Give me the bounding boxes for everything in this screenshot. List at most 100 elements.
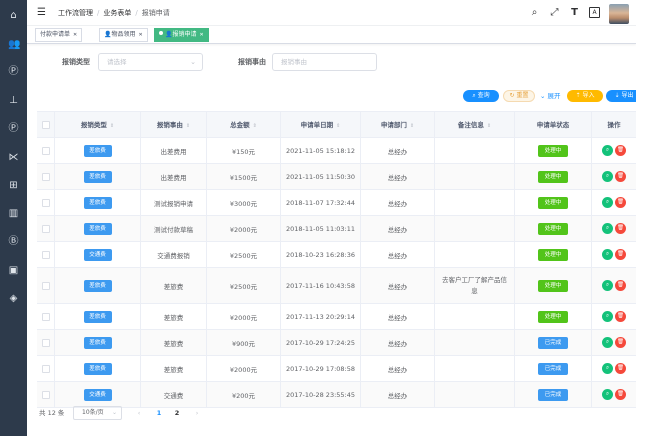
actions-cell: ⌕ 🗑 <box>592 164 636 189</box>
dept-cell: 总经办 <box>361 356 435 381</box>
row-checkbox[interactable] <box>37 330 55 355</box>
delete-icon[interactable]: 🗑 <box>615 249 626 260</box>
reason-input-placeholder: 报销事由 <box>281 58 307 66</box>
note-cell <box>435 216 515 241</box>
date-cell: 2021-11-05 15:18:12 <box>281 138 361 163</box>
page-size-select[interactable]: 10条/页 ⌄ <box>73 406 122 420</box>
share-icon[interactable]: ⋉ <box>8 152 19 163</box>
tree-icon[interactable]: ⊞ <box>8 180 19 191</box>
type-select[interactable]: 请选择 ⌄ <box>98 53 203 71</box>
row-checkbox[interactable] <box>37 216 55 241</box>
font-size-icon[interactable]: T <box>569 7 580 18</box>
translate-icon[interactable]: A <box>589 7 600 18</box>
view-icon[interactable]: ⌕ <box>602 389 613 400</box>
row-checkbox[interactable] <box>37 164 55 189</box>
status-cell: 处理中 <box>515 138 592 163</box>
actions-cell: ⌕ 🗑 <box>592 190 636 215</box>
query-button[interactable]: ⌕ 查询 <box>463 90 499 102</box>
delete-icon[interactable]: 🗑 <box>615 337 626 348</box>
note-cell <box>435 330 515 355</box>
page-number[interactable]: 1 <box>154 407 164 419</box>
delete-icon[interactable]: 🗑 <box>615 197 626 208</box>
home-icon[interactable]: ⌂ <box>8 10 19 21</box>
column-header[interactable]: 申请部门 ⇕ <box>361 112 435 138</box>
search-icon[interactable]: ⌕ <box>529 7 540 18</box>
p-icon[interactable]: Ⓟ <box>8 123 19 134</box>
note-cell <box>435 382 515 407</box>
status-badge: 处理中 <box>538 196 568 209</box>
column-header[interactable]: 申请单日期 ⇕ <box>281 112 361 138</box>
reset-button[interactable]: ↻ 重置 <box>503 90 535 102</box>
id-card-icon[interactable]: ▣ <box>8 265 19 276</box>
select-all-checkbox[interactable] <box>37 112 55 138</box>
prev-page-icon[interactable]: ‹ <box>134 407 144 419</box>
fullscreen-icon[interactable]: ⤢ <box>549 7 560 18</box>
reason-cell: 测试报销申请 <box>141 190 207 215</box>
page-number[interactable]: 2 <box>172 407 182 419</box>
users-icon[interactable]: 👥 <box>8 39 20 50</box>
close-icon[interactable]: ✕ <box>73 32 77 38</box>
row-checkbox[interactable] <box>37 268 55 303</box>
page-size-value: 10条/页 <box>82 409 104 416</box>
breadcrumb-item[interactable]: 工作流管理 <box>58 9 93 17</box>
column-header[interactable]: 备注信息 ⇕ <box>435 112 515 138</box>
menu-fold-icon[interactable]: ☰ <box>37 8 47 18</box>
close-icon[interactable]: ✕ <box>200 32 204 38</box>
export-button[interactable]: ⇣ 导出 <box>606 90 636 102</box>
column-header[interactable]: 总金额 ⇕ <box>207 112 281 138</box>
delete-icon[interactable]: 🗑 <box>615 363 626 374</box>
row-checkbox[interactable] <box>37 382 55 407</box>
expand-link[interactable]: ⌄ 展开 <box>540 90 561 102</box>
avatar[interactable] <box>609 4 629 24</box>
delete-icon[interactable]: 🗑 <box>615 171 626 182</box>
column-header[interactable]: 报销类型 ⇕ <box>55 112 141 138</box>
view-icon[interactable]: ⌕ <box>602 363 613 374</box>
delete-icon[interactable]: 🗑 <box>615 389 626 400</box>
type-cell: 差旅费 <box>55 304 141 329</box>
type-badge: 交通费 <box>83 388 112 401</box>
delete-icon[interactable]: 🗑 <box>615 145 626 156</box>
status-badge: 处理中 <box>538 310 568 323</box>
type-badge: 差旅费 <box>83 170 112 183</box>
type-badge: 差旅费 <box>83 362 112 375</box>
reason-input[interactable]: 报销事由 <box>272 53 377 71</box>
view-icon[interactable]: ⌕ <box>602 145 613 156</box>
row-checkbox[interactable] <box>37 242 55 267</box>
delete-icon[interactable]: 🗑 <box>615 311 626 322</box>
column-header[interactable]: 报销事由 ⇕ <box>141 112 207 138</box>
amount-cell: ¥3000元 <box>207 190 281 215</box>
delete-icon[interactable]: 🗑 <box>615 280 626 291</box>
org-icon[interactable]: ⊥ <box>8 95 19 106</box>
column-header: 操作 <box>607 121 621 129</box>
view-icon[interactable]: ⌕ <box>602 337 613 348</box>
tag-reimbursement[interactable]: 👤报销申请 ✕ <box>154 28 209 42</box>
p-icon[interactable]: Ⓟ <box>8 66 19 77</box>
b-icon[interactable]: Ⓑ <box>8 236 19 247</box>
column-header: 申请单状态 <box>515 112 592 138</box>
view-icon[interactable]: ⌕ <box>602 311 613 322</box>
status-cell: 已完成 <box>515 330 592 355</box>
close-icon[interactable]: ✕ <box>139 32 143 38</box>
dept-cell: 总经办 <box>361 216 435 241</box>
view-icon[interactable]: ⌕ <box>602 280 613 291</box>
delete-icon[interactable]: 🗑 <box>615 223 626 234</box>
chevron-down-icon: ⌄ <box>111 409 117 416</box>
building-icon[interactable]: ▥ <box>8 208 19 219</box>
row-checkbox[interactable] <box>37 356 55 381</box>
layers-icon[interactable]: ◈ <box>8 293 19 304</box>
import-button[interactable]: ⇡ 导入 <box>567 90 603 102</box>
tag-payment-request[interactable]: 付款申请单 ✕ <box>35 28 83 42</box>
actions-cell: ⌕ 🗑 <box>592 304 636 329</box>
view-icon[interactable]: ⌕ <box>602 171 613 182</box>
tag-item-requisition[interactable]: 👤物品领用 ✕ <box>99 28 148 42</box>
row-checkbox[interactable] <box>37 190 55 215</box>
row-checkbox[interactable] <box>37 304 55 329</box>
view-icon[interactable]: ⌕ <box>602 249 613 260</box>
type-badge: 差旅费 <box>83 336 112 349</box>
next-page-icon[interactable]: › <box>192 407 202 419</box>
row-checkbox[interactable] <box>37 138 55 163</box>
breadcrumb-item[interactable]: 业务表单 <box>103 9 131 17</box>
view-icon[interactable]: ⌕ <box>602 223 613 234</box>
actions-cell: ⌕ 🗑 <box>592 138 636 163</box>
view-icon[interactable]: ⌕ <box>602 197 613 208</box>
